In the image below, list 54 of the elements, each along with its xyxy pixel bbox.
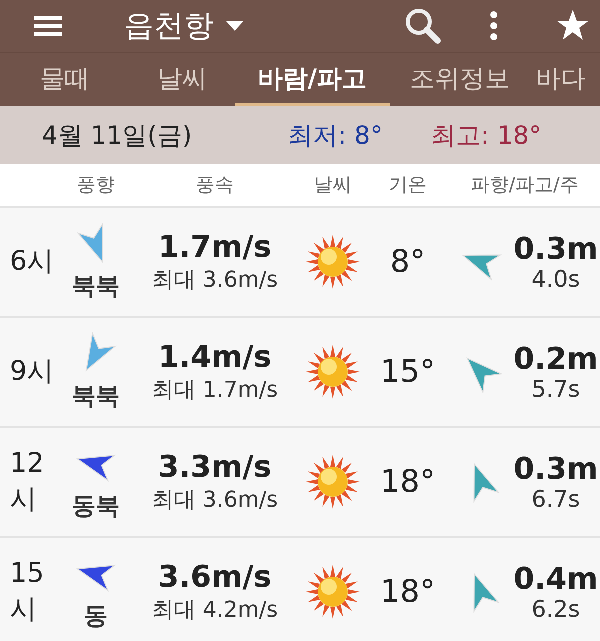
temperature: 18° [380,574,436,610]
max-wind-speed: 최대 3.6m/s [152,486,278,514]
high-temperature: 최고: 18° [430,120,542,152]
temperature: 8° [389,244,427,280]
max-wind-speed: 최대 3.6m/s [152,266,278,294]
time-label: 9시 [9,354,56,389]
time-label: 15시 [9,556,46,627]
wind-direction: 동 [84,601,108,632]
column-header: 풍향 [76,173,116,198]
wave-period: 5.7s [532,376,580,402]
wind-speed: 3.6m/s [158,560,272,594]
wind-speed: 3.3m/s [158,450,272,484]
time-label: 6시 [9,244,56,279]
wind-direction: 북북 [72,381,120,412]
favorite-button[interactable] [556,10,590,42]
tab[interactable]: 날씨 [130,53,235,106]
sun-icon [305,344,361,400]
location-dropdown[interactable]: 읍천항 [124,6,244,46]
column-header: 파향/파고/주 [470,173,580,198]
wave-period: 6.7s [532,486,580,512]
wind-speed: 1.4m/s [158,340,272,374]
temperature: 18° [380,464,436,500]
wind-speed: 1.7m/s [158,230,272,264]
sun-icon [305,564,361,620]
column-header: 풍속 [195,173,235,198]
date-label: 4월 11일(금) [42,120,192,152]
wave-height: 0.3m [514,452,598,486]
tab[interactable]: 바다 [530,53,592,106]
sun-icon [305,234,361,290]
wave-period: 6.2s [532,596,580,622]
more-icon [490,11,498,41]
search-button[interactable] [404,7,442,45]
time-label: 12시 [9,446,46,517]
sun-icon [305,454,361,510]
low-temperature: 최저: 8° [288,120,383,152]
column-header: 기온 [388,173,428,198]
wind-direction: 북북 [72,271,120,302]
star-icon [556,10,590,42]
menu-icon [34,14,62,38]
wind-direction: 동북 [72,491,120,522]
more-button[interactable] [490,11,498,41]
wave-height: 0.3m [514,232,598,266]
tab[interactable]: 조위정보 [390,53,530,106]
max-wind-speed: 최대 1.7m/s [152,376,278,404]
wave-height: 0.4m [514,562,598,596]
search-icon [404,7,442,45]
temperature: 15° [380,354,436,390]
wave-height: 0.2m [514,342,598,376]
menu-button[interactable] [34,14,62,38]
wave-period: 4.0s [532,266,580,292]
tab[interactable]: 물때 [0,53,130,106]
column-header: 날씨 [313,173,353,198]
caret-icon [226,21,244,31]
max-wind-speed: 최대 4.2m/s [152,596,278,624]
